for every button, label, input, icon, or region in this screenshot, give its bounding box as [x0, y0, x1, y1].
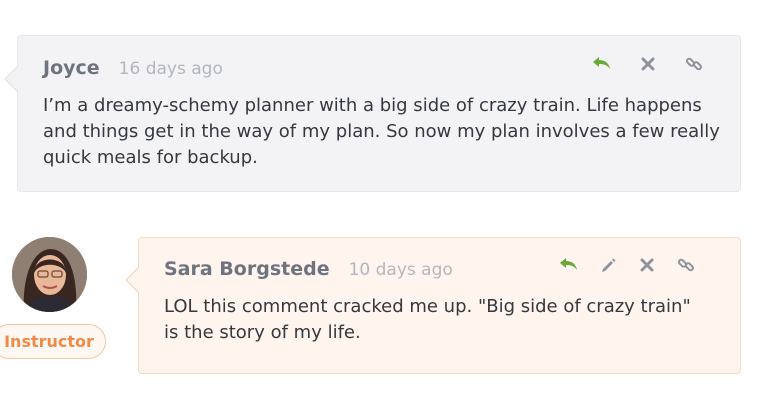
comment-meta: Sara Borgstede 10 days ago — [164, 258, 453, 280]
comment-author: Sara Borgstede — [164, 258, 330, 280]
comment-thread: Joyce 16 days ago I’m a dreamy-schemy pl… — [0, 0, 757, 403]
close-icon[interactable] — [637, 53, 659, 75]
comment-timestamp: 16 days ago — [118, 59, 223, 79]
comment-body: I’m a dreamy-schemy planner with a big s… — [43, 95, 720, 168]
comment-card: Joyce 16 days ago I’m a dreamy-schemy pl… — [4, 35, 741, 192]
instructor-badge: Instructor — [0, 324, 106, 359]
link-icon[interactable] — [683, 53, 705, 75]
close-icon[interactable] — [636, 254, 658, 276]
edit-icon[interactable] — [597, 254, 619, 276]
comment-card: Sara Borgstede 10 days ago LOL this comm… — [125, 237, 741, 374]
reply-icon[interactable] — [558, 254, 580, 276]
comment-pointer — [125, 266, 140, 294]
comment-meta: Joyce 16 days ago — [43, 57, 223, 79]
reply-icon[interactable] — [591, 53, 613, 75]
comment-pointer — [4, 65, 19, 93]
comment-actions — [591, 53, 729, 75]
comment-body: LOL this comment cracked me up. "Big sid… — [164, 296, 691, 343]
avatar — [12, 237, 87, 312]
link-icon[interactable] — [675, 254, 697, 276]
comment-actions — [558, 254, 714, 276]
comment-timestamp: 10 days ago — [348, 260, 453, 280]
comment-author: Joyce — [43, 57, 100, 79]
